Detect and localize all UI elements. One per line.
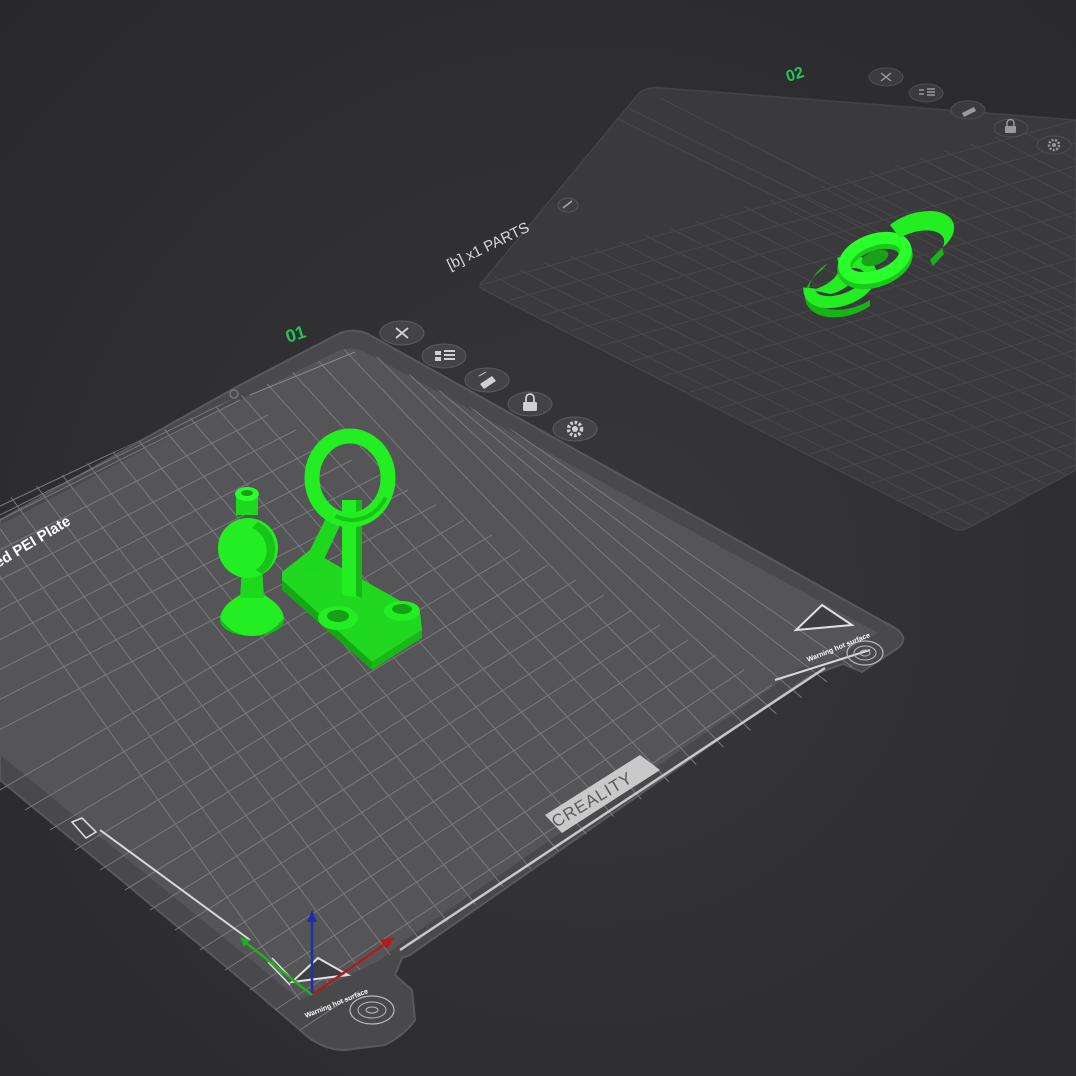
plate-02-parts-edit-icon[interactable] (557, 197, 579, 213)
plate-02-close-button[interactable] (868, 67, 904, 87)
plate-01-auto-orient-button[interactable] (464, 367, 510, 393)
plate-01-lock-button[interactable] (507, 391, 553, 417)
plate-02-auto-orient-button[interactable] (950, 100, 986, 120)
scene: 02 [b] x1 PARTS CREALITY ed PEI Plate Wa… (0, 64, 1076, 1052)
plate-02-index-label: 02 (784, 64, 806, 86)
plate-01-close-button[interactable] (379, 320, 425, 346)
plate-01-index-label: 01 (283, 322, 308, 347)
plate-02-arrange-button[interactable] (908, 83, 944, 103)
lock-icon (523, 402, 537, 411)
lock-icon (1005, 126, 1016, 133)
plate-01-arrange-button[interactable] (421, 343, 467, 369)
plate-02-lock-button[interactable] (993, 118, 1029, 138)
plate-01-settings-button[interactable] (552, 416, 598, 442)
3d-viewport[interactable]: 02 [b] x1 PARTS CREALITY ed PEI Plate Wa… (0, 0, 1076, 1076)
plate-02-settings-button[interactable] (1036, 135, 1072, 155)
